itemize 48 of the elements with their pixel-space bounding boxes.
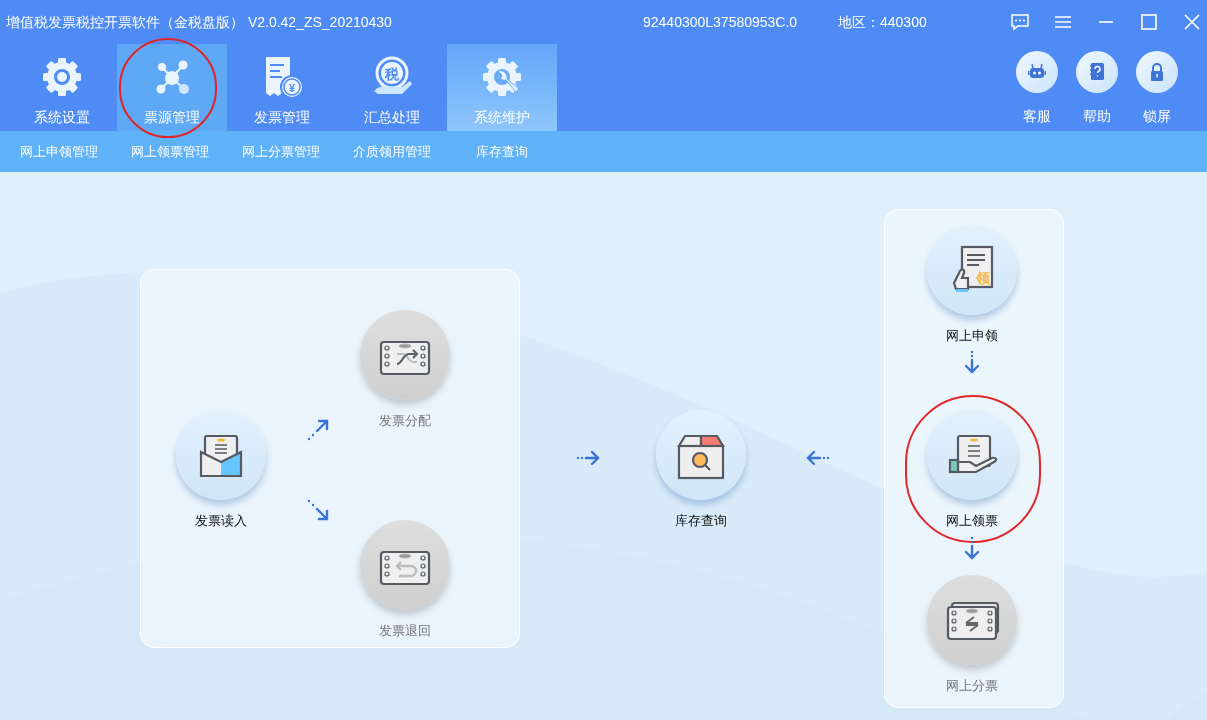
flow-step-label: 库存查询 bbox=[675, 512, 727, 530]
flow-step-label: 网上申领 bbox=[946, 327, 998, 345]
icon-glyph: 领 bbox=[976, 270, 990, 286]
envelope-invoice-icon bbox=[199, 434, 243, 478]
subnav-link[interactable]: 库存查询 bbox=[476, 141, 528, 162]
quick-action-label: 锁屏 bbox=[1143, 107, 1171, 126]
stacked-tickets-icon bbox=[946, 601, 1000, 641]
dotted-arrow-icon bbox=[307, 419, 329, 441]
quick-action-button[interactable] bbox=[1016, 51, 1058, 93]
subnav-link[interactable]: 介质领用管理 bbox=[353, 141, 464, 162]
flow-step-label: 网上分票 bbox=[946, 677, 998, 695]
toolbar-tab[interactable]: 税 汇总处理 bbox=[337, 44, 447, 131]
quick-action-label: 帮助 bbox=[1083, 107, 1111, 126]
subnav-link[interactable]: 网上领票管理 bbox=[131, 141, 242, 162]
icon-glyph: 税 bbox=[385, 66, 399, 82]
dotted-arrow-icon bbox=[806, 450, 830, 466]
quick-action-label: 客服 bbox=[1023, 107, 1051, 126]
toolbar-tab[interactable]: ¥ 发票管理 bbox=[227, 44, 337, 131]
hand-document-icon bbox=[952, 245, 994, 292]
tax-id-text: 92440300L37580953C.0 bbox=[643, 12, 799, 32]
network-icon bbox=[156, 60, 189, 94]
region-text: 地区：440300 bbox=[838, 12, 928, 32]
flow-step-label: 发票分配 bbox=[379, 412, 431, 430]
quick-action-button[interactable] bbox=[1136, 51, 1178, 93]
dotted-arrow-icon bbox=[307, 499, 329, 521]
gear-icon bbox=[43, 58, 81, 96]
document-coin-icon bbox=[266, 57, 304, 99]
hand-ticket-icon bbox=[948, 434, 998, 474]
subnav-link[interactable]: 网上分票管理 bbox=[242, 141, 353, 162]
flow-step-label: 发票读入 bbox=[195, 512, 247, 530]
toolbar-tab[interactable]: 系统设置 bbox=[7, 44, 117, 131]
toolbar-tab[interactable]: 票源管理 bbox=[117, 44, 227, 131]
flow-step-label: 网上领票 bbox=[946, 512, 998, 530]
ticket-shuffle-icon bbox=[379, 340, 431, 376]
dotted-arrow-icon bbox=[576, 450, 600, 466]
toolbar-tab[interactable]: 系统维护 bbox=[447, 44, 557, 131]
window-title: 增值税发票税控开票软件（金税盘版） V2.0.42_ZS_20210430 bbox=[6, 12, 393, 32]
icon-glyph: ¥ bbox=[288, 82, 296, 94]
dotted-arrow-icon bbox=[964, 536, 980, 560]
hand-coin-icon bbox=[374, 56, 412, 94]
dotted-arrow-icon bbox=[964, 350, 980, 374]
message-icon[interactable] bbox=[1008, 11, 1031, 33]
ticket-return-icon bbox=[379, 550, 431, 586]
quick-action-button[interactable] bbox=[1076, 51, 1118, 93]
box-search-icon bbox=[677, 434, 725, 480]
subnav-link[interactable]: 网上申领管理 bbox=[20, 141, 131, 162]
flow-step-label: 发票退回 bbox=[379, 622, 431, 640]
gear-wrench-icon bbox=[483, 58, 521, 96]
